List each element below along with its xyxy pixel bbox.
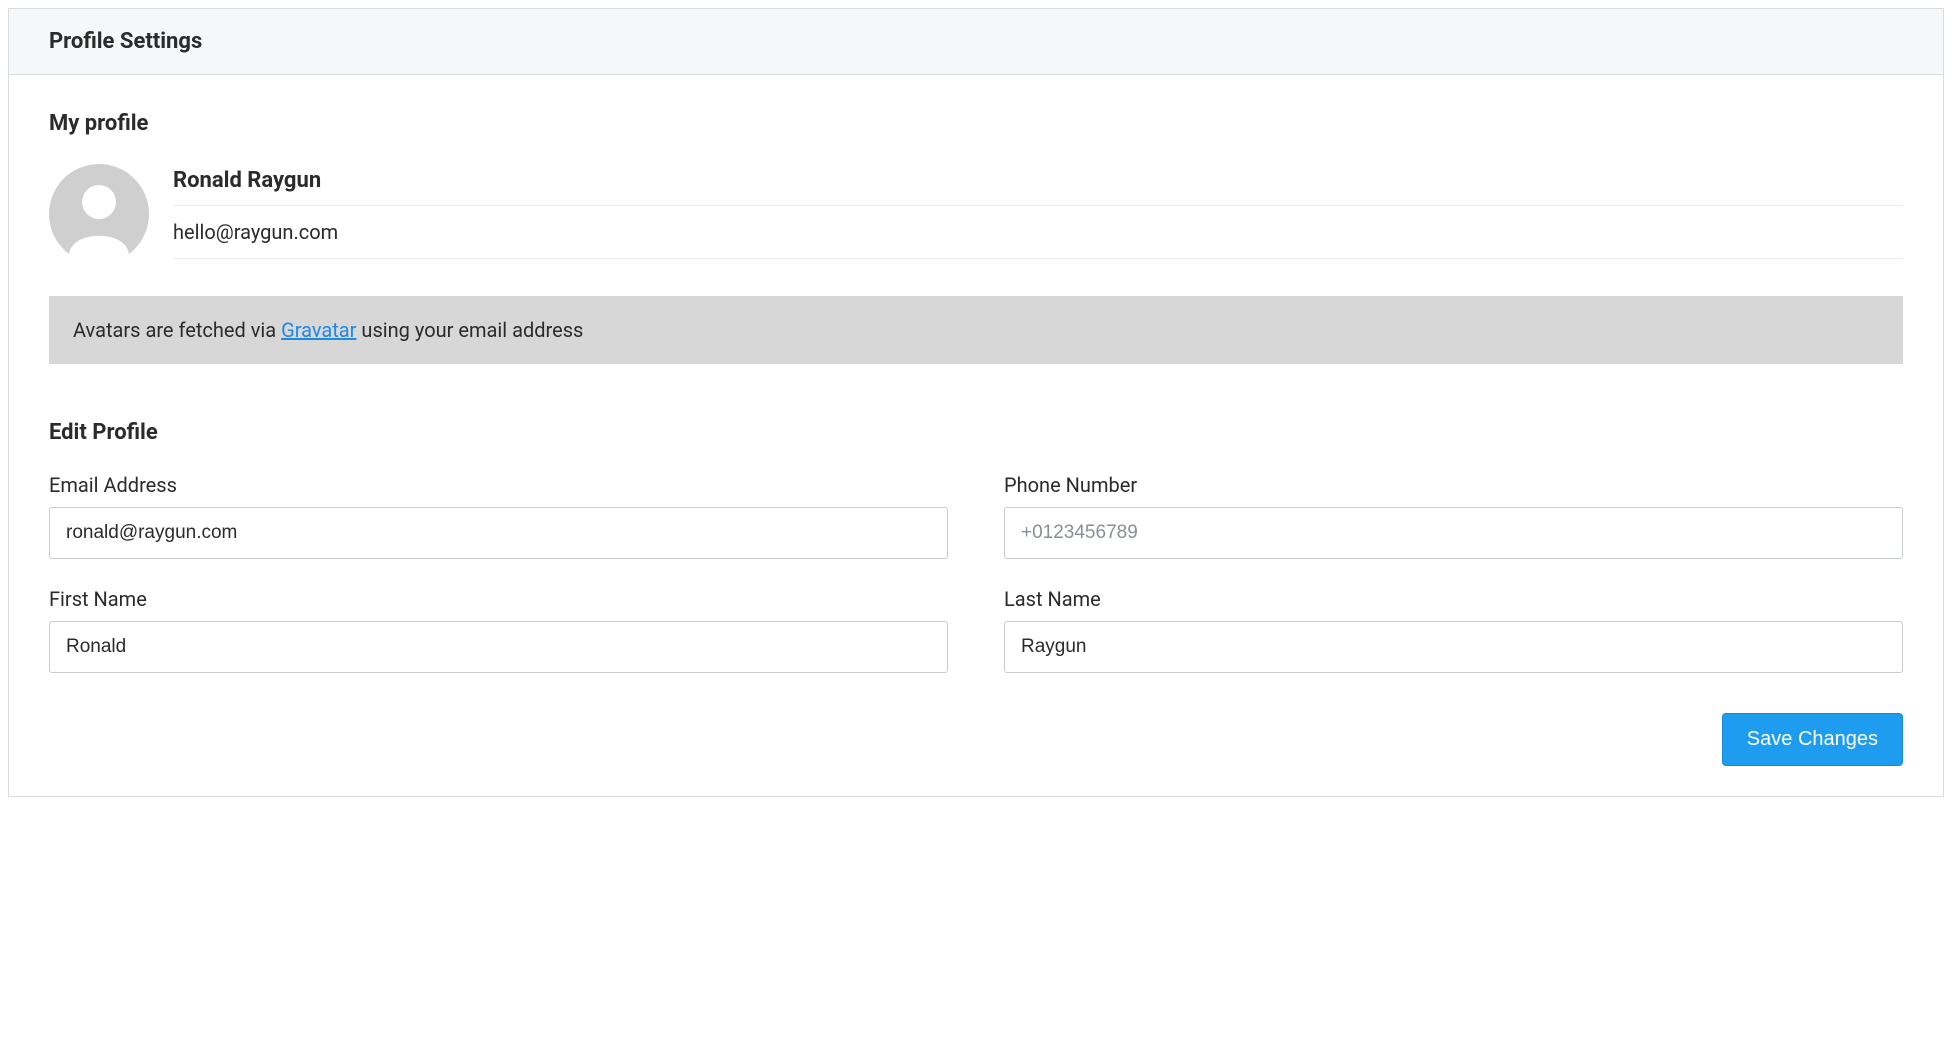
notice-suffix: using your email address <box>356 318 583 342</box>
email-input[interactable] <box>49 507 948 559</box>
last-name-label: Last Name <box>1004 587 1903 611</box>
edit-profile-form: Email Address Phone Number First Name La… <box>49 473 1903 673</box>
profile-name: Ronald Raygun <box>173 168 1903 206</box>
notice-prefix: Avatars are fetched via <box>73 318 281 342</box>
avatar <box>49 164 149 264</box>
panel-header: Profile Settings <box>9 9 1943 75</box>
form-actions: Save Changes <box>49 713 1903 766</box>
gravatar-notice: Avatars are fetched via Gravatar using y… <box>49 296 1903 364</box>
email-field-group: Email Address <box>49 473 948 559</box>
my-profile-section: My profile Ronald Raygun hello@raygun.co… <box>49 111 1903 364</box>
profile-email: hello@raygun.com <box>173 206 1903 259</box>
profile-settings-panel: Profile Settings My profile Ronald Raygu… <box>8 8 1944 797</box>
email-label: Email Address <box>49 473 948 497</box>
first-name-input[interactable] <box>49 621 948 673</box>
first-name-field-group: First Name <box>49 587 948 673</box>
profile-info: Ronald Raygun hello@raygun.com <box>173 164 1903 259</box>
person-silhouette-icon <box>49 164 149 264</box>
page-title: Profile Settings <box>49 29 1903 54</box>
gravatar-link[interactable]: Gravatar <box>281 318 356 342</box>
first-name-label: First Name <box>49 587 948 611</box>
edit-profile-heading: Edit Profile <box>49 420 1903 445</box>
phone-field-group: Phone Number <box>1004 473 1903 559</box>
phone-label: Phone Number <box>1004 473 1903 497</box>
edit-profile-section: Edit Profile Email Address Phone Number … <box>49 420 1903 766</box>
my-profile-heading: My profile <box>49 111 1903 136</box>
last-name-input[interactable] <box>1004 621 1903 673</box>
panel-body: My profile Ronald Raygun hello@raygun.co… <box>9 75 1943 796</box>
phone-input[interactable] <box>1004 507 1903 559</box>
save-changes-button[interactable]: Save Changes <box>1722 713 1903 766</box>
profile-summary: Ronald Raygun hello@raygun.com <box>49 164 1903 264</box>
last-name-field-group: Last Name <box>1004 587 1903 673</box>
